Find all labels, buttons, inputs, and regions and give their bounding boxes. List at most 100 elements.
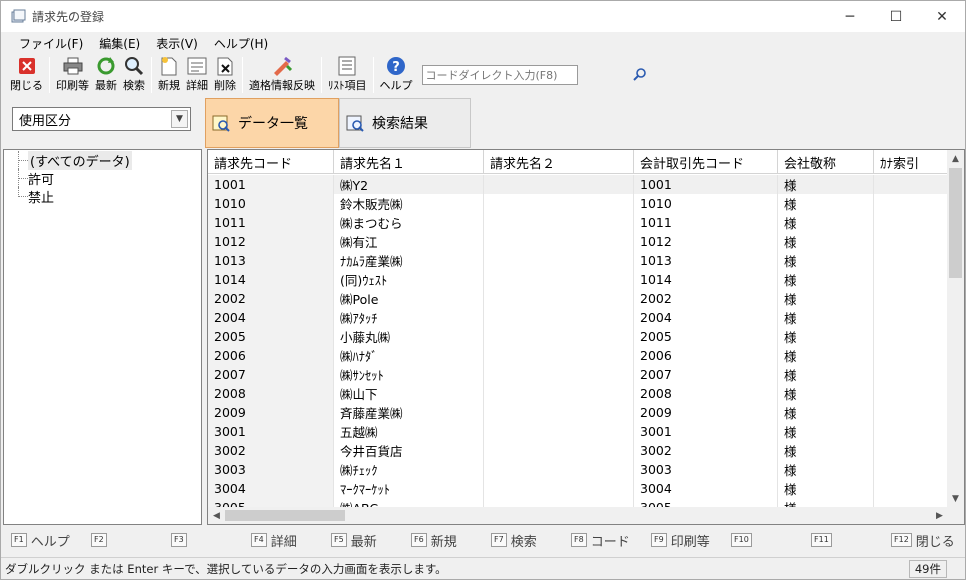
column-header[interactable]: 会計取引先コード	[634, 150, 778, 174]
table-cell: 1012	[634, 232, 778, 251]
table-row[interactable]: 2006 ㈱ﾊﾅﾀﾞ 2006 様	[208, 346, 948, 365]
scroll-down-icon[interactable]: ▼	[947, 490, 964, 507]
table-cell	[484, 403, 634, 422]
menu-help[interactable]: ヘルプ(H)	[206, 35, 276, 52]
table-row[interactable]: 1010 鈴木販売㈱ 1010 様	[208, 194, 948, 213]
table-row[interactable]: 3004 ﾏｰｸﾏｰｹｯﾄ 3004 様	[208, 479, 948, 498]
table-row[interactable]: 2008 ㈱山下 2008 様	[208, 384, 948, 403]
column-header[interactable]: 会社敬称	[778, 150, 874, 174]
fkey-badge: F5	[331, 533, 347, 547]
status-message: ダブルクリック または Enter キーで、選択しているデータの入力画面を表示し…	[5, 561, 447, 576]
table-row[interactable]: 2009 斉藤産業㈱ 2009 様	[208, 403, 948, 422]
table-cell: 2004	[208, 308, 334, 327]
table-cell	[874, 365, 948, 384]
fkey-label: ヘルプ	[30, 534, 70, 550]
table-cell: ㈱Y2	[334, 175, 484, 194]
print-button[interactable]: 印刷等	[53, 55, 92, 95]
grid-header: 請求先コード 請求先名１ 請求先名２ 会計取引先コード 会社敬称 ｶﾅ索引	[208, 150, 948, 174]
refresh-button[interactable]: 最新	[92, 55, 120, 95]
table-cell: ㈱有江	[334, 232, 484, 251]
table-cell	[484, 346, 634, 365]
tree-item-allowed[interactable]: 許可	[4, 169, 201, 188]
table-row[interactable]: 3001 五越㈱ 3001 様	[208, 422, 948, 441]
table-row[interactable]: 1013 ﾅｶﾑﾗ産業㈱ 1013 様	[208, 251, 948, 270]
table-row[interactable]: 1001 ㈱Y2 1001 様	[208, 175, 948, 194]
fkey-f10[interactable]: F10	[723, 529, 803, 551]
list-items-button[interactable]: ﾘｽﾄ項目	[325, 55, 370, 95]
table-row[interactable]: 2002 ㈱Pole 2002 様	[208, 289, 948, 308]
help-button[interactable]: ? ヘルプ	[377, 55, 416, 95]
fkey-f5[interactable]: F5 最新	[323, 529, 403, 551]
scroll-left-icon[interactable]: ◀	[208, 507, 225, 524]
fkey-f8[interactable]: F8 コード	[563, 529, 643, 551]
minimize-button[interactable]: ─	[827, 1, 873, 32]
horizontal-scrollbar[interactable]: ◀ ▶	[208, 507, 948, 524]
table-cell: 五越㈱	[334, 422, 484, 441]
search-results-icon	[346, 114, 364, 132]
billing-grid: 請求先コード 請求先名１ 請求先名２ 会計取引先コード 会社敬称 ｶﾅ索引 1001 ㈱Y2…	[207, 149, 965, 525]
toolbar-separator	[49, 57, 50, 93]
fkey-f1[interactable]: F1 ヘルプ	[3, 529, 83, 551]
table-cell: 2002	[634, 289, 778, 308]
table-cell	[874, 251, 948, 270]
usage-filter-select[interactable]: 使用区分 ▼	[12, 107, 191, 131]
menu-view[interactable]: 表示(V)	[148, 35, 206, 52]
invoice-info-button[interactable]: 適格情報反映	[246, 55, 318, 95]
fkey-f7[interactable]: F7 検索	[483, 529, 563, 551]
tree-item-all[interactable]: (すべてのデータ)	[4, 150, 201, 170]
close-button[interactable]: 閉じる	[7, 55, 46, 95]
horizontal-scroll-thumb[interactable]	[225, 510, 345, 521]
table-row[interactable]: 1012 ㈱有江 1012 様	[208, 232, 948, 251]
close-window-button[interactable]: ✕	[919, 1, 965, 32]
table-cell: 1010	[208, 194, 334, 213]
fkey-f3[interactable]: F3	[163, 529, 243, 551]
tab-data-list[interactable]: データ一覧	[205, 98, 339, 148]
table-row[interactable]: 1014 (同)ｳｪｽﾄ 1014 様	[208, 270, 948, 289]
fkey-f4[interactable]: F4 詳細	[243, 529, 323, 551]
refresh-icon	[95, 55, 117, 77]
vertical-scrollbar[interactable]: ▲ ▼	[947, 150, 964, 507]
tab-search-results[interactable]: 検索結果	[339, 98, 471, 148]
chevron-down-icon[interactable]: ▼	[171, 110, 188, 128]
search-icon[interactable]	[633, 67, 647, 84]
table-cell	[484, 327, 634, 346]
fkey-f9[interactable]: F9 印刷等	[643, 529, 723, 551]
column-header[interactable]: 請求先名２	[484, 150, 634, 174]
detail-button[interactable]: 詳細	[183, 55, 211, 95]
column-header[interactable]: 請求先コード	[208, 150, 334, 174]
code-direct-input[interactable]	[421, 65, 578, 85]
column-header[interactable]: 請求先名１	[334, 150, 484, 174]
maximize-button[interactable]: ☐	[873, 1, 919, 32]
vertical-scroll-thumb[interactable]	[949, 168, 962, 278]
delete-button[interactable]: 削除	[211, 55, 239, 95]
table-row[interactable]: 2004 ㈱ｱﾀｯﾁ 2004 様	[208, 308, 948, 327]
table-row[interactable]: 3002 今井百貨店 3002 様	[208, 441, 948, 460]
table-row[interactable]: 2005 小藤丸㈱ 2005 様	[208, 327, 948, 346]
menu-edit[interactable]: 編集(E)	[91, 35, 148, 52]
fkey-f11[interactable]: F11	[803, 529, 883, 551]
menu-file[interactable]: ファイル(F)	[11, 35, 91, 52]
function-key-bar: F1 ヘルプ F2 F3 F4 詳細 F5 最新 F6 新規 F7 検索 F8 コード F9 印刷等 F10 F1…	[3, 529, 963, 551]
table-cell: 2004	[634, 308, 778, 327]
new-button[interactable]: 新規	[155, 55, 183, 95]
tab-search-results-label: 検索結果	[372, 116, 428, 132]
toolbar-separator	[151, 57, 152, 93]
table-row[interactable]: 2007 ㈱ｻﾝｾｯﾄ 2007 様	[208, 365, 948, 384]
tree-item-denied[interactable]: 禁止	[4, 187, 201, 206]
fkey-f6[interactable]: F6 新規	[403, 529, 483, 551]
search-button[interactable]: 検索	[120, 55, 148, 95]
table-cell: 様	[778, 479, 874, 498]
table-cell	[874, 346, 948, 365]
data-list-icon	[212, 114, 230, 132]
table-cell	[874, 270, 948, 289]
column-header[interactable]: ｶﾅ索引	[874, 150, 948, 174]
fkey-f2[interactable]: F2	[83, 529, 163, 551]
table-row[interactable]: 3003 ㈱ﾁｪｯｸ 3003 様	[208, 460, 948, 479]
table-cell	[874, 213, 948, 232]
fkey-f12[interactable]: F12 閉じる	[883, 529, 963, 551]
scroll-right-icon[interactable]: ▶	[931, 507, 948, 524]
scroll-up-icon[interactable]: ▲	[947, 150, 964, 167]
magnifier-icon	[123, 55, 145, 77]
fkey-label: 閉じる	[915, 534, 955, 550]
table-row[interactable]: 1011 ㈱まつむら 1011 様	[208, 213, 948, 232]
